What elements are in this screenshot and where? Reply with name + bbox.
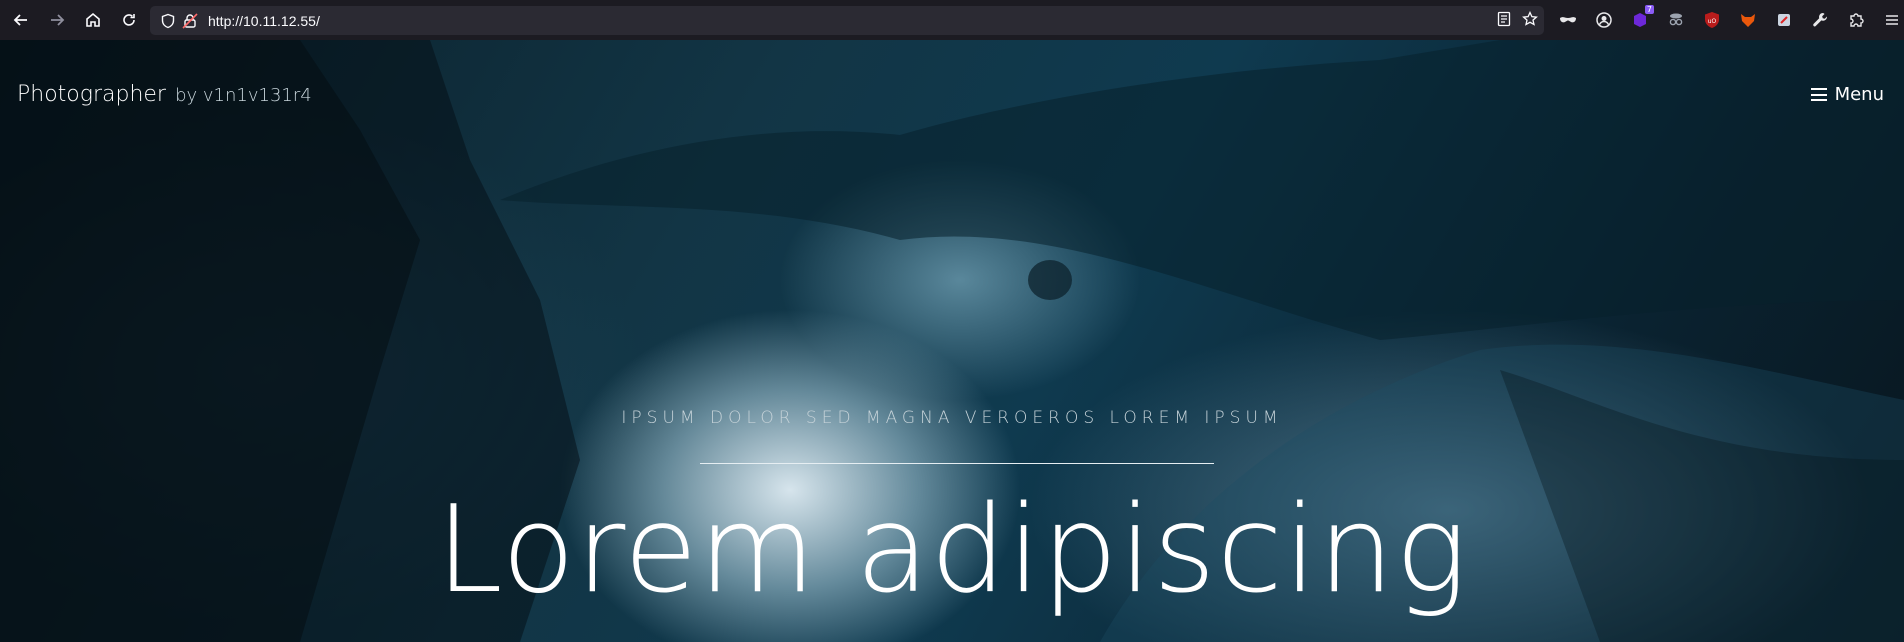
picker-extension-icon[interactable] (1771, 7, 1797, 33)
reader-view-icon[interactable] (1496, 11, 1512, 27)
reload-button[interactable] (114, 5, 144, 35)
extension-badge: 7 (1644, 5, 1654, 14)
bookmark-star-icon[interactable] (1522, 11, 1538, 27)
ublock-icon[interactable]: uO (1699, 7, 1725, 33)
cube-extension-icon[interactable]: 7 (1627, 5, 1654, 33)
browser-toolbar: http://10.11.12.55/ 7 uO (0, 0, 1904, 40)
hero-banner: Photographer by v1n1v131r4 Menu IPSUM DO… (0, 40, 1904, 642)
tracking-shield-icon[interactable] (160, 13, 176, 29)
insecure-lock-icon[interactable] (182, 12, 198, 29)
hero-headline: Lorem adipiscing (435, 481, 1469, 620)
site-brand[interactable]: Photographer by v1n1v131r4 (17, 82, 312, 107)
home-button[interactable] (78, 5, 108, 35)
brand-name: Photographer (17, 82, 166, 107)
home-icon (86, 12, 100, 27)
fox-extension-icon[interactable] (1735, 7, 1761, 33)
forward-icon (51, 14, 65, 26)
back-button[interactable] (6, 5, 36, 35)
account-icon[interactable] (1591, 7, 1617, 33)
hero-tagline: IPSUM DOLOR SED MAGNA VEROEROS LOREM IPS… (621, 408, 1283, 428)
menu-label: Menu (1834, 84, 1884, 105)
extensions-toolbar: 7 uO (1555, 5, 1904, 35)
wrench-icon[interactable] (1807, 7, 1833, 33)
hero-divider (700, 463, 1214, 464)
forward-button[interactable] (42, 5, 72, 35)
spy-extension-icon[interactable] (1663, 7, 1689, 33)
extensions-puzzle-icon[interactable] (1843, 7, 1869, 33)
back-icon (13, 14, 27, 26)
bars-icon (1810, 88, 1827, 101)
url-bar-actions (1496, 11, 1538, 27)
svg-text:uO: uO (1708, 18, 1717, 25)
url-bar[interactable]: http://10.11.12.55/ (150, 6, 1544, 35)
hamburger-menu-icon[interactable] (1879, 7, 1904, 33)
url-text[interactable]: http://10.11.12.55/ (208, 13, 320, 29)
menu-button[interactable]: Menu (1810, 84, 1884, 105)
brand-author: by v1n1v131r4 (175, 85, 312, 106)
mask-extension-icon[interactable] (1555, 7, 1581, 33)
reload-icon (123, 14, 135, 26)
